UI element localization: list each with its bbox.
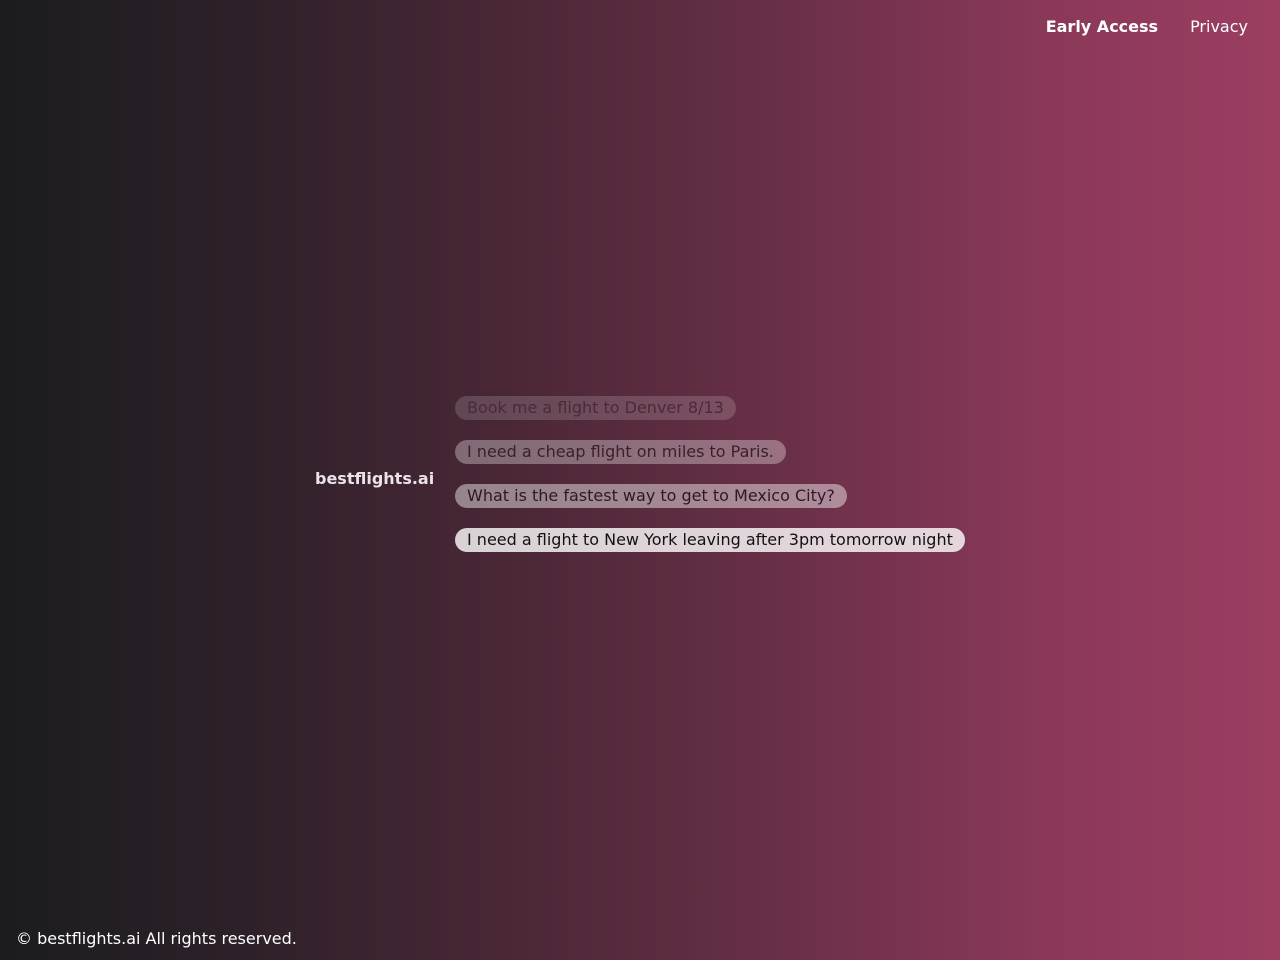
- suggestion-chip[interactable]: What is the fastest way to get to Mexico…: [455, 484, 847, 508]
- early-access-link[interactable]: Early Access: [1046, 17, 1158, 37]
- suggestion-text: Book me a flight to Denver 8/13: [467, 398, 724, 417]
- suggestion-text: I need a flight to New York leaving afte…: [467, 530, 953, 549]
- suggestion-chip[interactable]: I need a cheap flight on miles to Paris.: [455, 440, 786, 464]
- top-nav: Early Access Privacy: [1046, 17, 1248, 37]
- brand-logo-text: bestflights.ai: [315, 469, 435, 488]
- suggestion-text: What is the fastest way to get to Mexico…: [467, 486, 835, 505]
- suggestion-chip-active[interactable]: I need a flight to New York leaving afte…: [455, 528, 965, 552]
- suggestion-chip[interactable]: Book me a flight to Denver 8/13: [455, 396, 736, 420]
- suggestion-list: Book me a flight to Denver 8/13 I need a…: [455, 396, 965, 552]
- suggestion-text: I need a cheap flight on miles to Paris.: [467, 442, 774, 461]
- footer-copyright: © bestflights.ai All rights reserved.: [16, 929, 297, 948]
- privacy-link[interactable]: Privacy: [1190, 17, 1248, 37]
